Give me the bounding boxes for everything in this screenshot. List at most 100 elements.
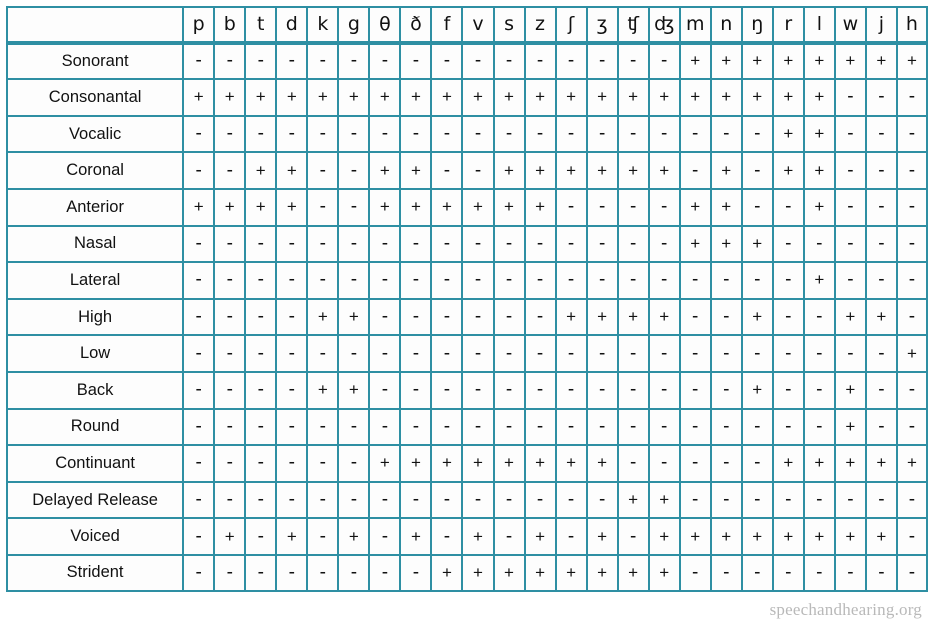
feature-value-cell: -: [214, 115, 246, 153]
feature-value-cell: -: [431, 481, 463, 519]
feature-value-cell: -: [555, 481, 587, 519]
feature-value-cell: -: [493, 298, 525, 336]
feature-value-cell: +: [679, 225, 711, 263]
feature-value-cell: +: [772, 42, 804, 80]
feature-value-cell: +: [586, 298, 618, 336]
table-row: Round - - - - - - - - - - - - - - - - - - - - - + - -: [6, 408, 928, 446]
feature-value-cell: -: [369, 42, 401, 80]
feature-value-cell: +: [555, 79, 587, 116]
feature-value-cell: -: [183, 518, 215, 555]
feature-value-cell: -: [803, 408, 835, 446]
feature-value-cell: +: [803, 188, 835, 226]
feature-value-cell: +: [617, 481, 649, 519]
feature-value-cell: -: [679, 152, 711, 189]
feature-value-cell: -: [865, 481, 897, 519]
feature-value-cell: +: [834, 518, 866, 555]
feature-value-cell: -: [617, 188, 649, 226]
feature-value-cell: -: [741, 554, 773, 592]
site-watermark: speechandhearing.org: [769, 600, 922, 619]
feature-value-cell: +: [772, 115, 804, 153]
feature-value-cell: -: [679, 115, 711, 153]
feature-value-cell: -: [524, 481, 556, 519]
feature-label-13: Voiced: [6, 518, 184, 555]
feature-value-cell: -: [896, 371, 928, 409]
feature-value-cell: -: [555, 371, 587, 409]
feature-value-cell: -: [865, 554, 897, 592]
feature-value-cell: -: [307, 518, 339, 555]
feature-value-cell: -: [493, 408, 525, 446]
feature-value-cell: -: [896, 481, 928, 519]
feature-value-cell: -: [400, 554, 432, 592]
feature-value-cell: -: [400, 298, 432, 336]
feature-value-cell: +: [400, 79, 432, 116]
feature-value-cell: -: [369, 408, 401, 446]
feature-value-cell: -: [834, 335, 866, 372]
feature-value-cell: -: [338, 445, 370, 482]
feature-value-cell: +: [462, 518, 494, 555]
symbol-header-6: θ: [369, 6, 401, 43]
feature-value-cell: +: [741, 371, 773, 409]
feature-value-cell: -: [431, 152, 463, 189]
feature-value-cell: +: [710, 79, 742, 116]
symbol-header-row: pbtdkgθðfvszʃʒʧʤmnŋrlwjh: [6, 6, 928, 43]
feature-value-cell: -: [493, 262, 525, 299]
feature-value-cell: -: [710, 481, 742, 519]
feature-value-cell: -: [245, 518, 277, 555]
feature-value-cell: -: [369, 335, 401, 372]
feature-value-cell: -: [555, 115, 587, 153]
feature-value-cell: +: [772, 445, 804, 482]
feature-value-cell: -: [555, 42, 587, 80]
feature-value-cell: -: [245, 262, 277, 299]
feature-value-cell: -: [369, 262, 401, 299]
feature-value-cell: -: [400, 42, 432, 80]
feature-value-cell: -: [214, 42, 246, 80]
feature-value-cell: -: [586, 335, 618, 372]
feature-value-cell: -: [245, 42, 277, 80]
symbol-header-0: p: [183, 6, 215, 43]
feature-value-cell: -: [214, 262, 246, 299]
feature-value-cell: -: [772, 481, 804, 519]
feature-value-cell: -: [214, 298, 246, 336]
feature-value-cell: -: [400, 335, 432, 372]
feature-value-cell: +: [865, 298, 897, 336]
feature-value-cell: -: [896, 262, 928, 299]
feature-value-cell: -: [307, 554, 339, 592]
feature-value-cell: +: [338, 371, 370, 409]
feature-value-cell: -: [679, 445, 711, 482]
feature-value-cell: +: [648, 152, 680, 189]
feature-value-cell: +: [586, 518, 618, 555]
feature-value-cell: +: [276, 152, 308, 189]
feature-value-cell: -: [555, 225, 587, 263]
feature-value-cell: -: [617, 518, 649, 555]
feature-value-cell: -: [338, 262, 370, 299]
feature-value-cell: +: [679, 79, 711, 116]
feature-value-cell: +: [369, 188, 401, 226]
feature-value-cell: -: [679, 298, 711, 336]
feature-value-cell: -: [276, 262, 308, 299]
feature-value-cell: -: [400, 225, 432, 263]
feature-value-cell: -: [214, 225, 246, 263]
feature-value-cell: +: [400, 445, 432, 482]
feature-value-cell: +: [462, 554, 494, 592]
feature-value-cell: +: [679, 518, 711, 555]
feature-value-cell: -: [524, 371, 556, 409]
feature-value-cell: -: [462, 371, 494, 409]
feature-value-cell: -: [307, 481, 339, 519]
feature-value-cell: +: [710, 518, 742, 555]
feature-value-cell: -: [307, 408, 339, 446]
feature-label-14: Strident: [6, 554, 184, 592]
feature-value-cell: -: [462, 225, 494, 263]
feature-value-cell: -: [679, 554, 711, 592]
feature-value-cell: +: [245, 79, 277, 116]
feature-value-cell: -: [245, 554, 277, 592]
feature-value-cell: +: [896, 335, 928, 372]
feature-value-cell: +: [369, 445, 401, 482]
feature-value-cell: -: [555, 262, 587, 299]
feature-value-cell: -: [803, 371, 835, 409]
feature-value-cell: -: [834, 79, 866, 116]
feature-label-0: Sonorant: [6, 42, 184, 80]
feature-value-cell: -: [710, 298, 742, 336]
feature-value-cell: -: [183, 42, 215, 80]
feature-value-cell: -: [183, 152, 215, 189]
table-row: Voiced - + - + - + - + - + - + - + - + + + + + + + + -: [6, 518, 928, 555]
